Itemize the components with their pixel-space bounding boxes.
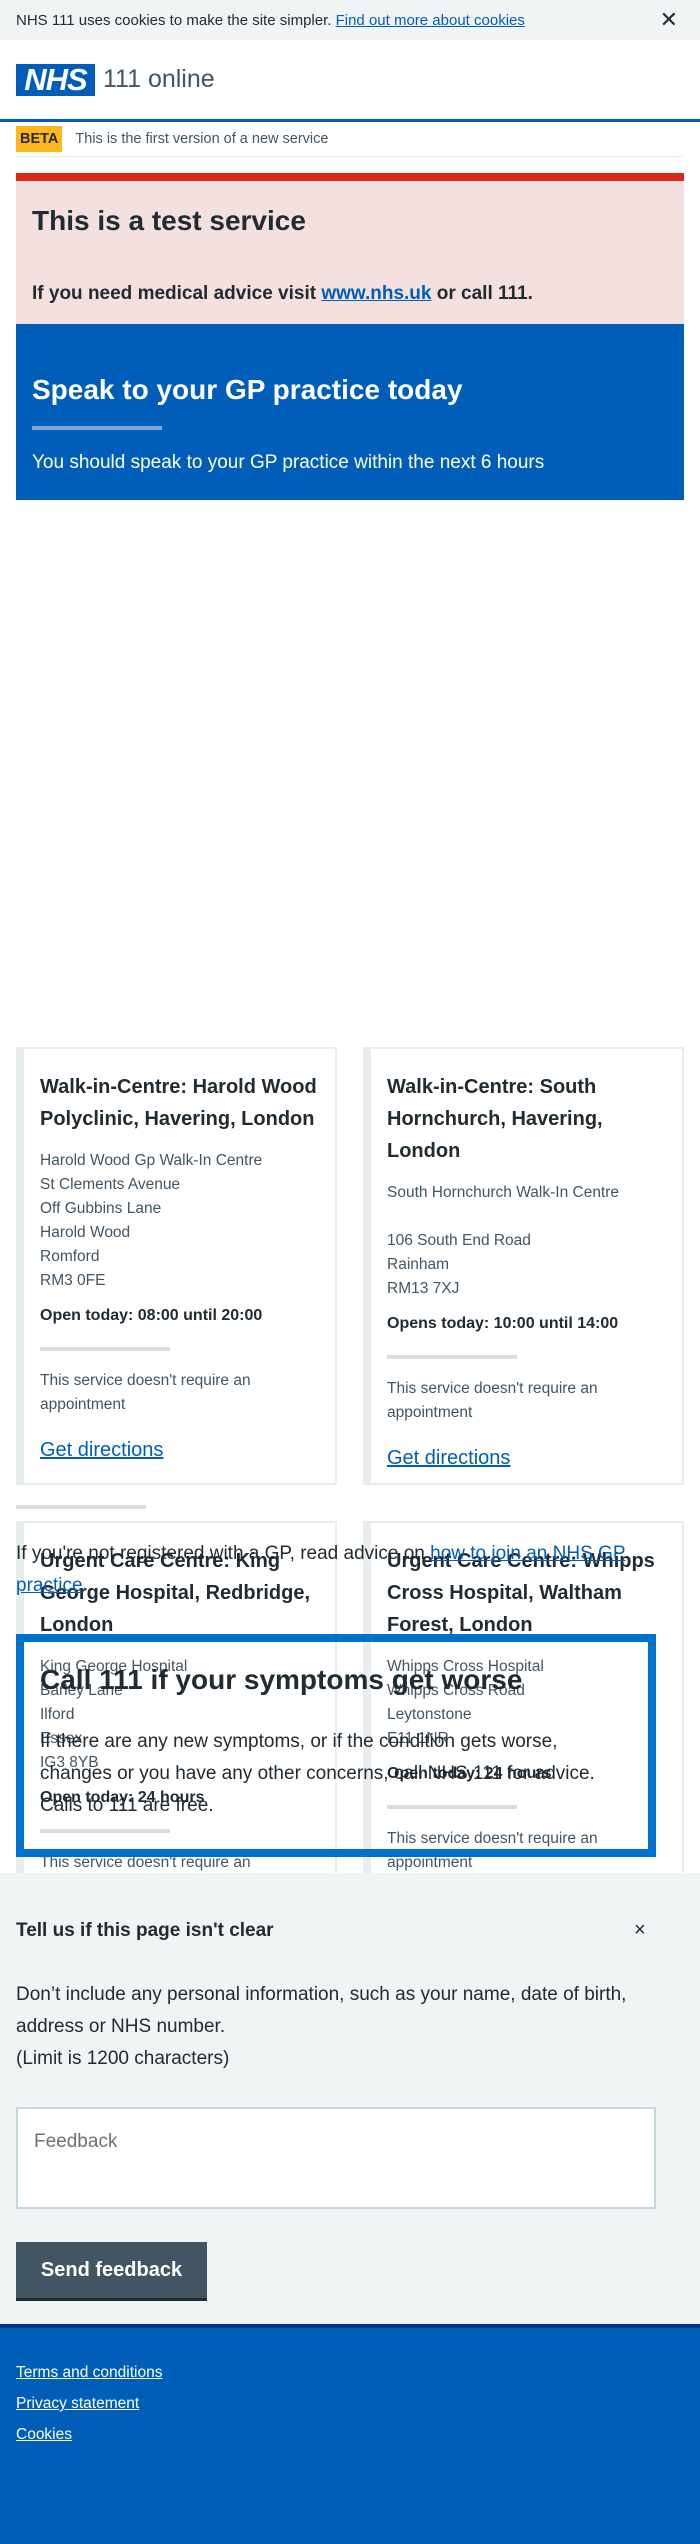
get-directions-link[interactable]: Get directions: [387, 1447, 510, 1470]
address-line: Off Gubbins Lane: [40, 1200, 162, 1217]
call-111-callout: Call 111 if your symptoms get worse If t…: [16, 1634, 656, 1857]
cookies-link[interactable]: Cookies: [16, 2426, 684, 2444]
service-title: Walk-in-Centre: Harold Wood Polyclinic, …: [40, 1076, 317, 1130]
service-card: Walk-in-Centre: Harold Wood Polyclinic, …: [16, 1047, 337, 1485]
send-feedback-button[interactable]: Send feedback: [16, 2242, 207, 2301]
test-notice-title: This is a test service: [32, 205, 306, 236]
test-service-notice: This is a test service If you need medic…: [16, 173, 684, 324]
site-header: NHS 111 online: [0, 40, 700, 122]
address-line: RM13 7XJ: [387, 1280, 460, 1297]
feedback-section: Tell us if this page isn't clear × Don’t…: [0, 1873, 700, 2324]
service-address: Harold Wood Gp Walk-In Centre St Clements…: [40, 1149, 319, 1293]
text: If you need medical advice visit: [32, 283, 317, 304]
cookie-text: NHS 111 uses cookies to make the site si…: [16, 11, 332, 29]
outcome-banner: Speak to your GP practice today You shou…: [16, 324, 684, 500]
footer: Terms and conditions Privacy statement C…: [0, 2324, 700, 2544]
cookie-info-link[interactable]: Find out more about cookies: [336, 12, 525, 29]
feedback-input[interactable]: [16, 2107, 656, 2209]
address-line: Harold Wood: [40, 1224, 131, 1241]
address-line: St Clements Avenue: [40, 1176, 181, 1193]
close-icon[interactable]: ✕: [660, 7, 678, 33]
nhs-uk-link[interactable]: www.nhs.uk: [321, 283, 431, 304]
address-line: RM3 0FE: [40, 1272, 106, 1289]
terms-link[interactable]: Terms and conditions: [16, 2364, 684, 2382]
not-registered-text: If you're not registered with a GP, read…: [16, 1538, 666, 1602]
divider: [387, 1355, 517, 1359]
privacy-link[interactable]: Privacy statement: [16, 2395, 684, 2413]
service-title: Walk-in-Centre: South Hornchurch, Haveri…: [387, 1076, 603, 1162]
privacy-note: Don’t include any personal information, …: [16, 1984, 627, 2037]
divider: [16, 1505, 146, 1509]
text: If you're not registered with a GP, read…: [16, 1543, 425, 1564]
phase-text: This is the first version of a new servi…: [75, 131, 329, 147]
feedback-info: Don’t include any personal information, …: [16, 1979, 666, 2075]
divider: [40, 1347, 170, 1351]
divider: [32, 426, 162, 430]
appointment-info: This service doesn't require an appointm…: [40, 1372, 251, 1413]
feedback-title: Tell us if this page isn't clear: [16, 1920, 274, 1941]
service-name: 111 online: [103, 65, 215, 93]
call-111-text: If there are any new symptoms, or if the…: [40, 1731, 595, 1816]
text: or call 111.: [436, 283, 533, 304]
get-directions-link[interactable]: Get directions: [40, 1439, 163, 1462]
phase-banner: BETA This is the first version of a new …: [16, 122, 684, 157]
opening-times: Open today: 08:00 until 20:00: [40, 1307, 263, 1324]
test-notice-text: If you need medical advice visit www.nhs…: [32, 283, 668, 305]
address-line: Rainham: [387, 1256, 450, 1273]
service-card: Walk-in-Centre: South Hornchurch, Haveri…: [363, 1047, 684, 1485]
address-line: Harold Wood Gp Walk-In Centre: [40, 1152, 263, 1169]
address-line: Romford: [40, 1248, 100, 1265]
address-line: 106 South End Road: [387, 1232, 531, 1249]
outcome-subtitle: You should speak to your GP practice wit…: [32, 452, 545, 473]
beta-tag: BETA: [16, 126, 63, 152]
outcome-title: Speak to your GP practice today: [32, 374, 463, 405]
appointment-info: This service doesn't require an appointm…: [387, 1380, 598, 1421]
cookie-banner: NHS 111 uses cookies to make the site si…: [0, 0, 700, 40]
nhs-logo[interactable]: NHS: [16, 62, 95, 97]
service-address: South Hornchurch Walk-In Centre 106 South…: [387, 1181, 666, 1301]
opening-times: Opens today: 10:00 until 14:00: [387, 1315, 619, 1332]
address-line: South Hornchurch Walk-In Centre: [387, 1184, 620, 1201]
close-icon[interactable]: ×: [634, 1919, 646, 1942]
address-line: [387, 1205, 666, 1229]
character-limit: (Limit is 1200 characters): [16, 2048, 230, 2069]
call-111-title: Call 111 if your symptoms get worse: [40, 1664, 523, 1695]
